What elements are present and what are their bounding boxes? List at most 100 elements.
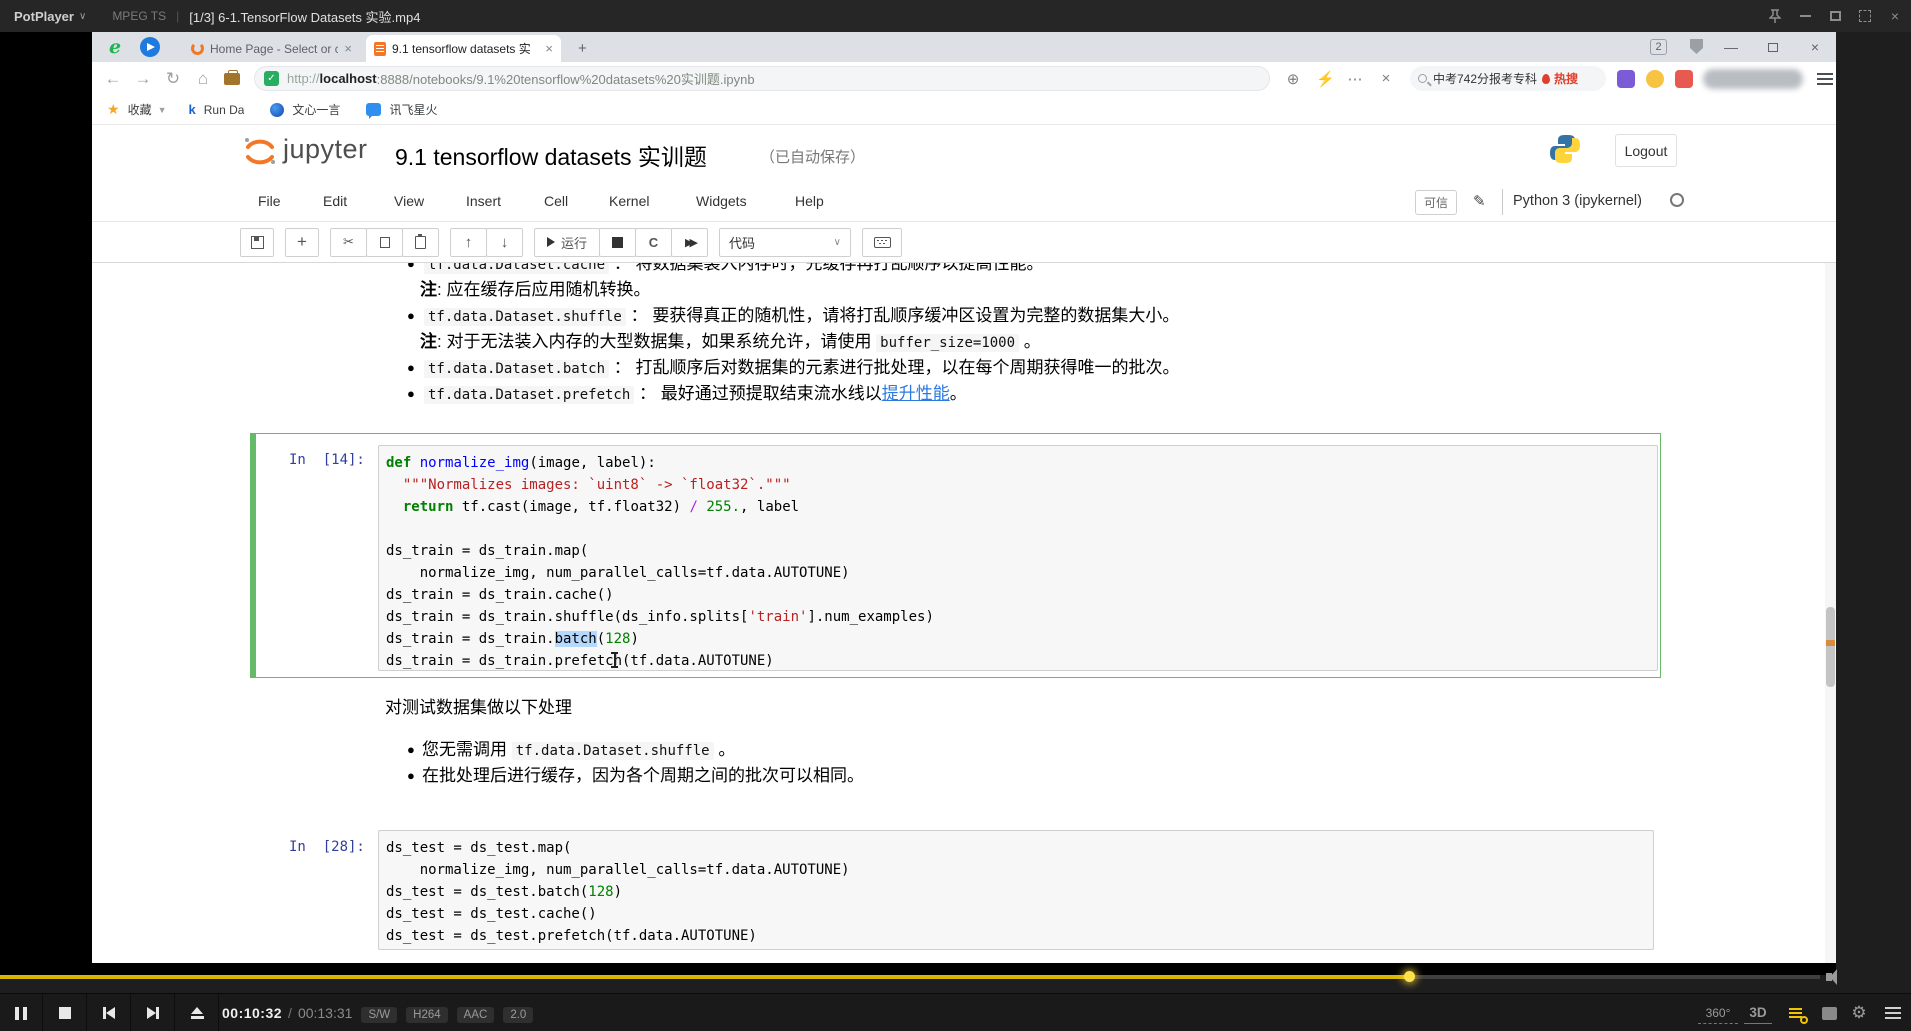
browser-logo-icon[interactable]: e (105, 37, 125, 57)
menu-kernel[interactable]: Kernel (609, 193, 649, 209)
save-button[interactable] (240, 228, 274, 257)
next-button[interactable] (132, 994, 175, 1031)
codec-badge: AAC (457, 1007, 495, 1023)
address-bar[interactable]: ✓ http://localhost:8888/notebooks/9.1%20… (254, 66, 1270, 91)
interrupt-kernel-button[interactable] (599, 228, 636, 257)
stop-button[interactable] (44, 994, 87, 1031)
notebook-title[interactable]: 9.1 tensorflow datasets 实训题 (395, 138, 707, 172)
intro-list-item: 注: 应在缓存后应用随机转换。 (92, 277, 1592, 303)
code-line: ds_test = ds_test.map( (386, 837, 1653, 859)
paste-cell-button[interactable] (402, 228, 439, 257)
bookmark-xunfei[interactable]: 讯飞星火 (389, 101, 437, 118)
add-cell-button[interactable]: + (285, 228, 319, 257)
tab-close-icon[interactable]: × (344, 41, 352, 56)
favorites-label[interactable]: 收藏 (128, 101, 152, 118)
control-panel-button[interactable] (1814, 994, 1844, 1031)
code-line: ds_train = ds_train.shuffle(ds_info.spli… (386, 606, 1657, 628)
menu-cell[interactable]: Cell (544, 193, 568, 209)
extension-yellow-icon[interactable] (1646, 70, 1664, 88)
code-line: ds_train = ds_train.prefetch(tf.data.AUT… (386, 650, 1657, 672)
code-input-area[interactable]: ds_test = ds_test.map( normalize_img, nu… (378, 830, 1654, 950)
browser-minimize-icon[interactable]: — (1722, 38, 1740, 56)
code-input-area[interactable]: def normalize_img(image, label): """Norm… (378, 445, 1658, 671)
close-icon[interactable]: × (1887, 8, 1903, 24)
workspace-icon[interactable] (224, 73, 240, 85)
python-logo-icon (1548, 132, 1582, 171)
browser-maximize-icon[interactable] (1764, 38, 1782, 56)
code-line: """Normalizes images: `uint8` -> `float3… (386, 474, 1657, 496)
code-line: ds_test = ds_test.batch(128) (386, 881, 1653, 903)
titlebar-divider: | (176, 9, 179, 23)
account-blurred-area[interactable] (1703, 69, 1803, 89)
restart-run-all-button[interactable]: ▶▶ (671, 228, 708, 257)
extension-purple-icon[interactable] (1617, 70, 1635, 88)
video-frame[interactable]: e Home Page - Select or cre × 9.1 tensor… (0, 32, 1836, 975)
url-path: :8888/notebooks/9.1%20tensorflow%20datas… (377, 69, 755, 88)
download-count-badge[interactable]: 2 (1650, 39, 1667, 55)
menu-view[interactable]: View (394, 193, 424, 209)
seek-handle[interactable] (1404, 971, 1415, 982)
search-box[interactable]: 中考742分报考专科 热搜 (1410, 66, 1606, 91)
more-tools-icon[interactable]: ⋯ (1347, 70, 1363, 88)
page-scrollbar[interactable] (1825, 263, 1836, 963)
jupyter-logo-icon[interactable] (242, 133, 278, 174)
settings-gear-icon[interactable]: ⚙ (1844, 994, 1874, 1031)
run-cell-button[interactable]: 运行 (534, 228, 600, 257)
new-tab-button[interactable]: + (578, 40, 587, 57)
trusted-badge[interactable]: 可信 (1415, 190, 1457, 215)
tab-home[interactable]: Home Page - Select or cre × (183, 35, 360, 62)
jupyter-logo-text[interactable]: jupyter (283, 134, 368, 165)
share-icon[interactable] (140, 37, 160, 57)
menu-help[interactable]: Help (795, 193, 824, 209)
browser-close-icon[interactable]: × (1806, 38, 1824, 56)
bookmark-run-da[interactable]: Run Da (204, 103, 245, 117)
command-palette-button[interactable] (862, 228, 902, 257)
chevron-down-icon[interactable]: ▼ (158, 105, 167, 115)
home-icon[interactable]: ⌂ (194, 69, 212, 89)
scrollbar-thumb[interactable] (1826, 607, 1835, 687)
restart-kernel-button[interactable]: C (635, 228, 672, 257)
speed-mode-icon[interactable]: ⚡ (1316, 70, 1332, 88)
reload-icon[interactable]: ↻ (164, 69, 182, 89)
open-file-button[interactable] (176, 994, 219, 1031)
playlist-search-button[interactable] (1778, 994, 1812, 1031)
zoom-page-icon[interactable]: ⊕ (1285, 70, 1301, 88)
bookmark-wenxin[interactable]: 文心一言 (292, 101, 340, 118)
copy-cell-button[interactable] (366, 228, 403, 257)
extension-red-icon[interactable] (1675, 70, 1693, 88)
pin-icon[interactable] (1767, 8, 1783, 24)
edit-pencil-icon[interactable]: ✎ (1473, 192, 1486, 210)
previous-button[interactable] (88, 994, 131, 1031)
collect-icon[interactable]: × (1378, 70, 1394, 87)
menu-insert[interactable]: Insert (466, 193, 501, 209)
move-cell-up-button[interactable]: ↑ (450, 228, 487, 257)
browser-menu-icon[interactable] (1817, 70, 1833, 88)
menu-edit[interactable]: Edit (323, 193, 347, 209)
kernel-name[interactable]: Python 3 (ipykernel) (1513, 193, 1642, 209)
tab-notebook[interactable]: 9.1 tensorflow datasets 实 × (366, 35, 561, 62)
minimize-icon[interactable] (1797, 8, 1813, 24)
maximize-icon[interactable] (1827, 8, 1843, 24)
player-app-menu[interactable]: PotPlayer (14, 9, 74, 24)
forward-icon[interactable]: → (134, 69, 152, 89)
back-icon[interactable]: ← (104, 69, 122, 89)
cell-type-select[interactable]: 代码 ∨ (719, 228, 851, 257)
menu-widgets[interactable]: Widgets (696, 193, 747, 209)
seek-bar[interactable] (0, 975, 1820, 979)
menu-file[interactable]: File (258, 193, 281, 209)
vr-360-button[interactable]: 360° (1698, 1002, 1738, 1024)
security-shield-icon[interactable] (1690, 39, 1703, 54)
performance-link[interactable]: 提升性能 (882, 384, 950, 403)
cut-cell-button[interactable]: ✂ (330, 228, 367, 257)
jupyter-header: jupyter 9.1 tensorflow datasets 实训题 （已自动… (92, 125, 1836, 183)
logout-button[interactable]: Logout (1615, 134, 1677, 167)
tab-close-icon[interactable]: × (545, 41, 553, 56)
favorites-star-icon[interactable]: ★ (107, 101, 120, 118)
fullscreen-icon[interactable] (1857, 8, 1873, 24)
code-line: ds_train = ds_train.cache() (386, 584, 1657, 606)
mode-3d-button[interactable]: 3D (1744, 1002, 1772, 1024)
pause-button[interactable] (0, 994, 43, 1031)
move-cell-down-button[interactable]: ↓ (486, 228, 523, 257)
player-menu-button[interactable] (1878, 994, 1908, 1031)
markdown-cell[interactable]: 对测试数据集做以下处理 ●您无需调用 tf.data.Dataset.shuff… (92, 693, 1592, 789)
